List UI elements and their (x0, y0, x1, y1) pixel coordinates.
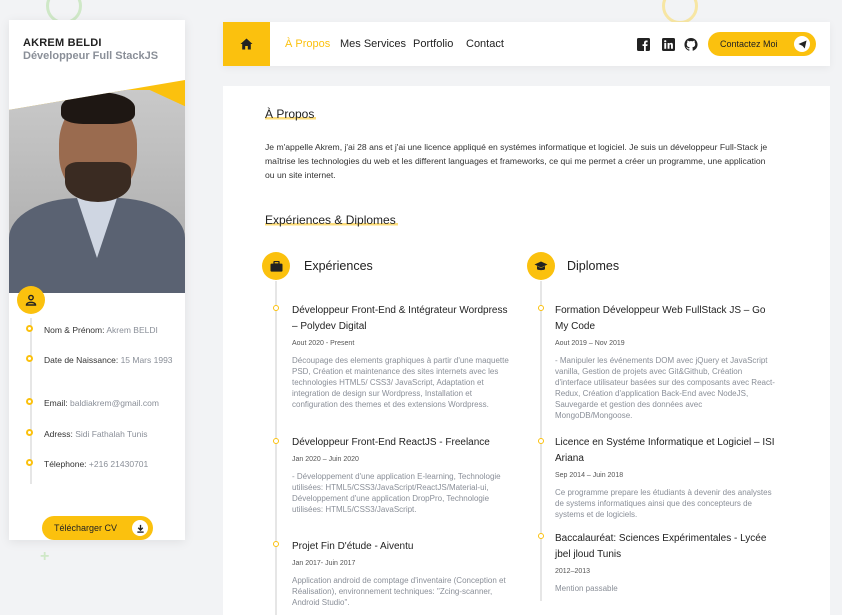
diploma-date: Aout 2019 – Nov 2019 (555, 340, 625, 347)
experience-desc: Découpage des elements graphiques à part… (292, 356, 509, 409)
experiences-diplomes-title: Expériences & Diplomes (265, 213, 398, 227)
facebook-icon[interactable] (636, 37, 650, 51)
nav-link-apropos[interactable]: À Propos (285, 38, 330, 50)
profile-card: AKREM BELDI Développeur Full StackJS Nom… (9, 20, 185, 540)
timeline-dot (273, 541, 279, 547)
profile-name: AKREM BELDI (23, 37, 102, 49)
info-phone: Télephone: +216 21430701 (44, 459, 149, 469)
home-button[interactable] (223, 22, 270, 66)
contact-me-button[interactable]: Contactez Moi (708, 32, 816, 56)
diplomes-heading: Diplomes (567, 259, 620, 273)
diploma-desc: Mention passable (555, 584, 618, 593)
experience-title: Projet Fin D'étude - Aiventu (292, 541, 414, 552)
timeline-dot (538, 305, 544, 311)
diploma-item: Formation Développeur Web FullStack JS –… (555, 303, 777, 421)
linkedin-icon[interactable] (661, 37, 675, 51)
profile-role: Développeur Full StackJS (23, 50, 159, 62)
send-icon (794, 36, 810, 52)
diploma-item: Licence en Systéme Informatique et Logic… (555, 435, 777, 520)
timeline-dot (273, 438, 279, 444)
experience-date: Aout 2020 - Present (292, 340, 355, 347)
top-navbar: À Propos Mes Services Portfolio Contact … (223, 22, 830, 66)
diploma-date: Sep 2014 – Juin 2018 (555, 472, 624, 479)
info-address: Adress: Sidi Fathalah Tunis (44, 429, 148, 439)
info-email: Email: baldiakrem@gmail.com (44, 398, 159, 408)
timeline-dot (538, 533, 544, 539)
nav-link-services[interactable]: Mes Services (340, 38, 406, 50)
home-icon (240, 38, 253, 50)
timeline-dot (538, 438, 544, 444)
diploma-desc: Ce programme prepare les étudiants à dev… (555, 488, 772, 519)
graduation-cap-icon (527, 252, 555, 280)
info-dot (26, 325, 33, 332)
timeline-dot (273, 305, 279, 311)
experiences-timeline-line (275, 281, 277, 615)
experience-title: Développeur Front-End ReactJS - Freelanc… (292, 437, 490, 448)
info-name: Nom & Prénom: Akrem BELDI (44, 325, 158, 335)
experience-date: Jan 2020 – Juin 2020 (292, 456, 359, 463)
experiences-heading: Expériences (304, 259, 373, 273)
experience-item: Développeur Front-End ReactJS - Freelanc… (292, 435, 514, 515)
experience-desc: Application android de comptage d'invent… (292, 576, 506, 607)
diploma-title: Baccalauréat: Sciences Expérimentales - … (555, 533, 767, 560)
experience-date: Jan 2017- Juin 2017 (292, 560, 356, 567)
experience-desc: - Développement d'une application E-lear… (292, 472, 501, 514)
diploma-title: Licence en Systéme Informatique et Logic… (555, 437, 775, 464)
contact-me-label: Contactez Moi (720, 39, 778, 49)
decorative-circle (662, 0, 698, 24)
user-icon (17, 286, 45, 314)
briefcase-icon (262, 252, 290, 280)
decorative-plus-icon: + (40, 548, 50, 565)
download-icon (132, 520, 148, 536)
info-dot (26, 398, 33, 405)
about-text: Je m'appelle Akrem, j'ai 28 ans et j'ai … (265, 142, 768, 180)
diploma-desc: - Manipuler les événements DOM avec jQue… (555, 356, 775, 420)
about-title: À Propos (265, 107, 317, 121)
github-icon[interactable] (684, 37, 698, 51)
experience-item: Projet Fin D'étude - Aiventu Jan 2017- J… (292, 539, 514, 608)
diploma-item: Baccalauréat: Sciences Expérimentales - … (555, 531, 777, 594)
download-cv-button[interactable]: Télécharger CV (42, 516, 153, 540)
diploma-date: 2012–2013 (555, 568, 591, 575)
experience-item: Développeur Front-End & Intégrateur Word… (292, 303, 514, 410)
nav-link-portfolio[interactable]: Portfolio (413, 38, 453, 50)
info-dot (26, 429, 33, 436)
download-cv-label: Télécharger CV (54, 523, 118, 533)
profile-photo (9, 80, 185, 293)
diploma-title: Formation Développeur Web FullStack JS –… (555, 305, 766, 332)
main-content: À Propos Je m'appelle Akrem, j'ai 28 ans… (223, 86, 830, 615)
info-birthdate: Date de Naissance: 15 Mars 1993 (44, 355, 173, 365)
info-dot (26, 355, 33, 362)
experience-title: Développeur Front-End & Intégrateur Word… (292, 305, 508, 332)
nav-link-contact[interactable]: Contact (466, 38, 504, 50)
info-dot (26, 459, 33, 466)
